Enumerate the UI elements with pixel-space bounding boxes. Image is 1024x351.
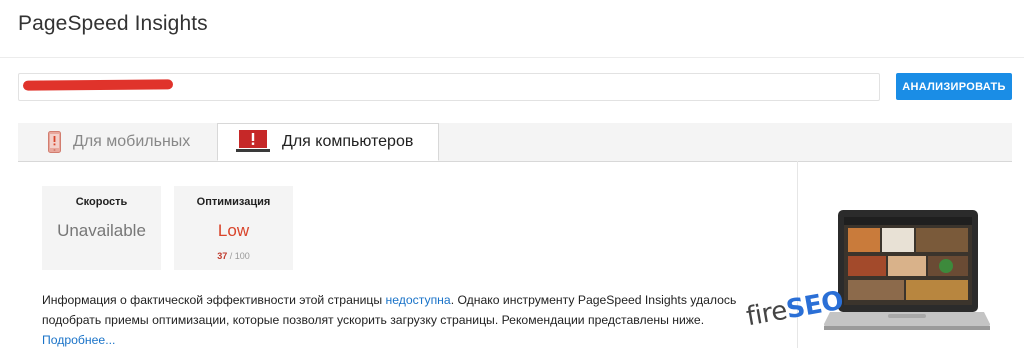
watermark-prefix: fire [744, 295, 790, 333]
desktop-monitor-icon [236, 130, 270, 154]
tab-desktop-label: Для компьютеров [282, 133, 414, 150]
unavailable-link[interactable]: недоступна [386, 293, 451, 307]
tab-desktop[interactable]: Для компьютеров [217, 123, 439, 161]
tab-mobile[interactable]: Для мобильных [30, 123, 218, 161]
analyze-button[interactable]: АНАЛИЗИРОВАТЬ [896, 73, 1012, 100]
tab-mobile-label: Для мобильных [73, 133, 191, 150]
speed-value: Unavailable [57, 221, 146, 240]
optimization-score: 37 / 100 [174, 251, 293, 261]
info-text-before: Информация о фактической эффективности э… [42, 293, 386, 307]
optimization-score-max: / 100 [229, 251, 250, 261]
optimization-card: Оптимизация Low 37 / 100 [174, 186, 293, 270]
more-link[interactable]: Подробнее... [42, 333, 115, 347]
laptop-screenshot-preview [822, 208, 992, 346]
app-title: PageSpeed Insights [18, 12, 208, 35]
app-header: PageSpeed Insights [0, 0, 1024, 58]
url-input[interactable] [18, 73, 880, 101]
info-paragraph: Информация о фактической эффективности э… [42, 290, 762, 350]
optimization-score-number: 37 [217, 251, 228, 261]
device-tabs: Для мобильных Для компьютеров [18, 123, 1012, 162]
mobile-phone-icon [48, 131, 61, 153]
optimization-value: Low [217, 221, 250, 240]
redaction-mark [22, 79, 174, 91]
speed-title: Скорость [75, 196, 128, 208]
speed-card: Скорость Unavailable [42, 186, 161, 270]
optimization-title: Оптимизация [196, 196, 271, 208]
